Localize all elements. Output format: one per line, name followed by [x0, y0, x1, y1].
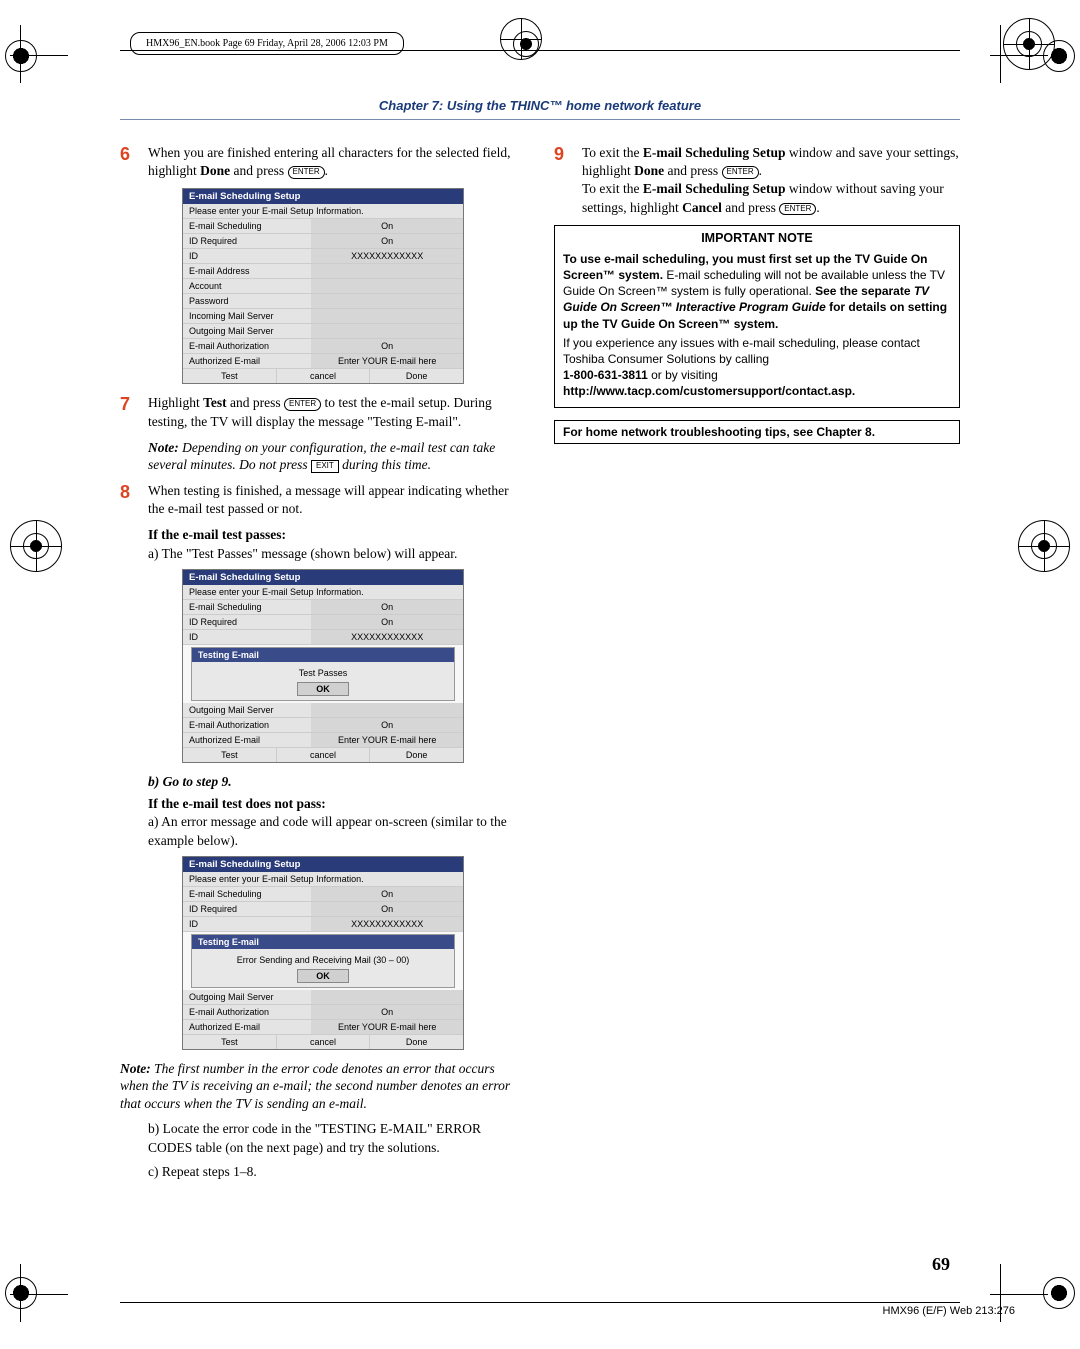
step-8-number: 8 [120, 482, 148, 518]
footer-rule [120, 1302, 960, 1303]
panel1-done-btn: Done [370, 369, 463, 383]
step8-b-item: b) Locate the error code in the "TESTING… [148, 1120, 526, 1156]
step8-goto9: b) Go to step 9. [148, 773, 526, 791]
step8-pass-a: a) The "Test Passes" message (shown belo… [148, 545, 526, 563]
panel1-cancel-btn: cancel [277, 369, 371, 383]
exit-key-icon: EXIT [311, 460, 339, 472]
registration-target-top [1003, 18, 1055, 70]
panel1-subtitle: Please enter your E-mail Setup Informati… [183, 204, 463, 219]
enter-key-icon: ENTER [779, 203, 816, 216]
registration-target-left [10, 520, 62, 572]
step-6-number: 6 [120, 144, 148, 180]
important-note-box: IMPORTANT NOTE To use e-mail scheduling,… [554, 225, 960, 409]
panel1-test-btn: Test [183, 369, 277, 383]
step-9-text: To exit the E-mail Scheduling Setup wind… [582, 144, 960, 217]
email-setup-panel-1: E-mail Scheduling Setup Please enter you… [182, 188, 464, 384]
popup-error-message: Error Sending and Receiving Mail (30 – 0… [192, 955, 454, 965]
step-7-number: 7 [120, 394, 148, 430]
step-9: 9 To exit the E-mail Scheduling Setup wi… [554, 144, 960, 217]
popup-ok-btn: OK [297, 969, 349, 983]
error-code-note: Note: The first number in the error code… [120, 1060, 526, 1113]
step8-fail-a: a) An error message and code will appear… [148, 813, 526, 849]
step-9-number: 9 [554, 144, 582, 217]
chapter-header: Chapter 7: Using the THINC™ home network… [120, 98, 960, 120]
step-7: 7 Highlight Test and press ENTER to test… [120, 394, 526, 430]
enter-key-icon: ENTER [288, 166, 325, 179]
registration-mark-tl [10, 15, 90, 95]
email-setup-panel-3: E-mail Scheduling Setup Please enter you… [182, 856, 464, 1050]
step8-pass-heading: If the e-mail test passes: [148, 526, 526, 544]
registration-target-bottom [500, 18, 542, 60]
footer-code: HMX96 (E/F) Web 213:276 [883, 1305, 1015, 1317]
panel1-title: E-mail Scheduling Setup [183, 189, 463, 204]
step-8: 8 When testing is finished, a message wi… [120, 482, 526, 518]
step-6-text: When you are finished entering all chara… [148, 144, 526, 180]
error-popup: Testing E-mail Error Sending and Receivi… [191, 934, 455, 988]
note-step7: Note: Depending on your configuration, t… [148, 439, 526, 474]
enter-key-icon: ENTER [722, 166, 759, 179]
step-6: 6 When you are finished entering all cha… [120, 144, 526, 180]
print-header-tag: HMX96_EN.book Page 69 Friday, April 28, … [130, 32, 404, 55]
header-rule [120, 50, 960, 51]
p1-row-label: E-mail Scheduling [183, 219, 311, 233]
important-note-title: IMPORTANT NOTE [555, 226, 959, 249]
step8-c-item: c) Repeat steps 1–8. [148, 1163, 526, 1181]
enter-key-icon: ENTER [284, 398, 321, 411]
step8-fail-heading: If the e-mail test does not pass: [148, 795, 526, 813]
popup-ok-btn: OK [297, 682, 349, 696]
email-setup-panel-2: E-mail Scheduling Setup Please enter you… [182, 569, 464, 763]
registration-target-right [1018, 520, 1070, 572]
p1-row-value: On [311, 219, 463, 233]
home-network-tip-box: For home network troubleshooting tips, s… [554, 420, 960, 444]
popup-message: Test Passes [192, 668, 454, 678]
page-number: 69 [932, 1254, 950, 1275]
step-8-text: When testing is finished, a message will… [148, 482, 526, 518]
registration-mark-br [990, 1254, 1070, 1334]
test-passes-popup: Testing E-mail Test Passes OK [191, 647, 455, 701]
step-7-text: Highlight Test and press ENTER to test t… [148, 394, 526, 430]
registration-mark-bl [10, 1254, 90, 1334]
